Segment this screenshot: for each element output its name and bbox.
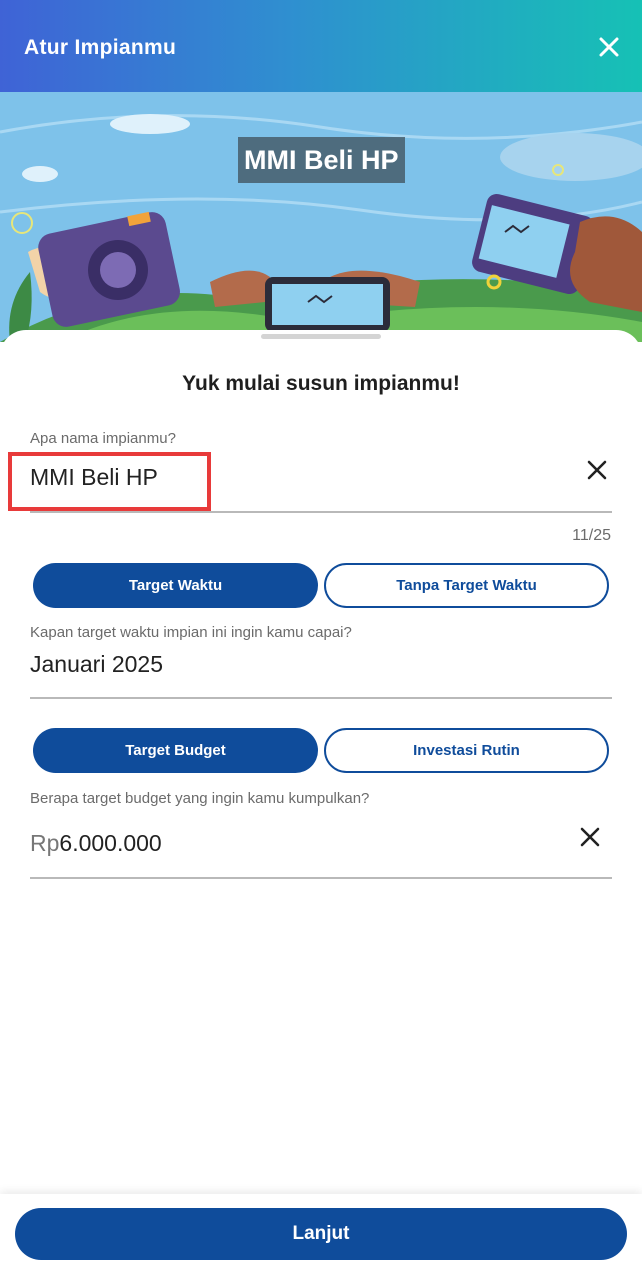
dream-banner: MMI Beli HP [0,92,642,342]
target-budget-label: Berapa target budget yang ingin kamu kum… [30,790,370,807]
target-budget-underline [30,877,612,879]
target-time-underline [30,697,612,699]
budget-amount: 6.000.000 [59,830,162,856]
name-char-counter: 11/25 [572,527,611,544]
dream-name-input[interactable]: MMI Beli HP [30,464,158,491]
drag-handle[interactable] [261,334,381,339]
form-sheet: Yuk mulai susun impianmu! Apa nama impia… [0,330,642,1194]
target-time-label: Kapan target waktu impian ini ingin kamu… [30,624,352,641]
clear-name-icon[interactable] [584,457,610,483]
tab-investasi-rutin[interactable]: Investasi Rutin [324,728,609,773]
close-icon[interactable] [594,32,624,62]
header-title: Atur Impianmu [24,36,177,59]
form-heading: Yuk mulai susun impianmu! [182,372,460,395]
target-time-input[interactable]: Januari 2025 [30,651,163,678]
target-budget-input[interactable]: Rp6.000.000 [30,830,162,857]
tab-tanpa-target-waktu[interactable]: Tanpa Target Waktu [324,563,609,608]
dream-name-underline [30,511,612,513]
banner-illustration [0,92,642,342]
tab-target-budget[interactable]: Target Budget [33,728,318,773]
dream-name-label: Apa nama impianmu? [30,430,176,447]
tab-target-waktu[interactable]: Target Waktu [33,563,318,608]
banner-title: MMI Beli HP [238,137,405,183]
currency-prefix: Rp [30,830,60,856]
clear-budget-icon[interactable] [577,824,603,850]
next-button[interactable]: Lanjut [15,1208,627,1260]
app-header: Atur Impianmu [0,0,642,92]
footer-bar: Lanjut [0,1194,642,1279]
